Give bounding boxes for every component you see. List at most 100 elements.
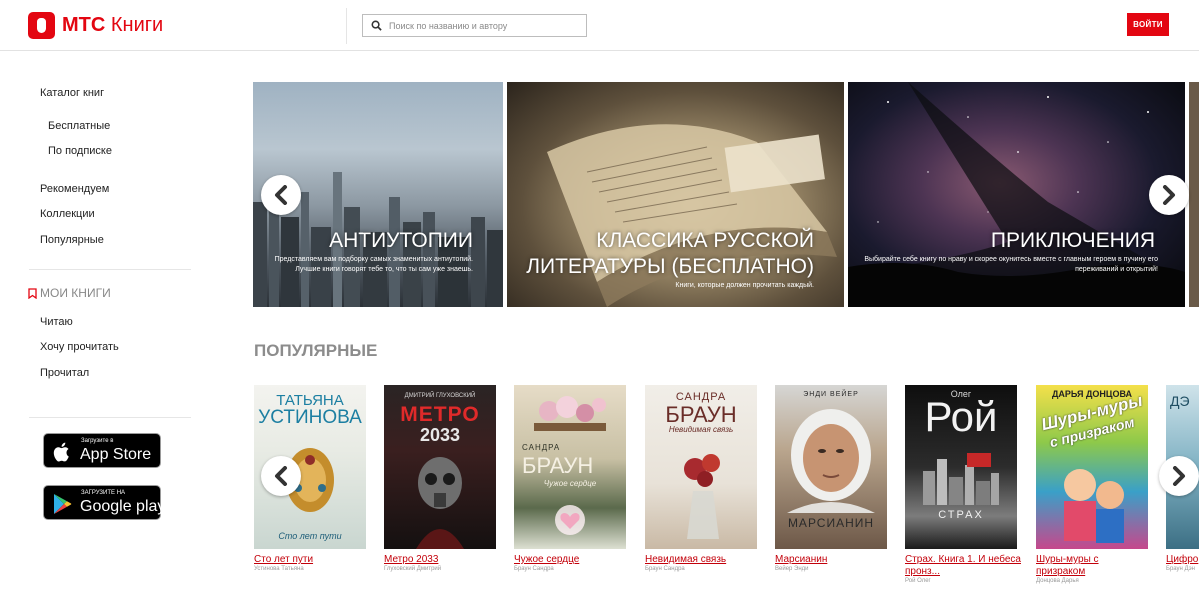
cover-title: МЕТРО [400,403,480,426]
book-cover[interactable]: ДАРЬЯ ДОНЦОВА Шуры-муры с призраком [1036,385,1148,549]
book-title-line1: Шуры-муры с [1036,554,1099,565]
book-title[interactable]: Чужое сердце [514,554,579,566]
nav-want-read[interactable]: Хочу прочитать [40,341,119,353]
banner-title-line1: КЛАССИКА РУССКОЙ [596,229,814,252]
cover-cartoon-image [1064,469,1124,543]
banner-title: КЛАССИКА РУССКОЙ ЛИТЕРАТУРЫ (БЕСПЛАТНО) [526,228,814,280]
nav-popular[interactable]: Популярные [40,234,104,246]
banner-next-peek[interactable] [1189,82,1199,307]
google-play-button[interactable]: ЗАГРУЗИТЕ НА Google play [43,485,165,520]
book-title[interactable]: Невидимая связь [645,554,726,566]
header: МТС Книги ВОЙТИ [0,0,1199,51]
cover-title: МАРСИАНИН [787,516,875,530]
search-input[interactable] [389,17,579,34]
cover-author-last: БРАУН [522,453,594,478]
cover-title: Чужое сердце [543,479,597,488]
book-cover[interactable]: ЭНДИ ВЕЙЕР МАРСИАНИН [775,385,887,549]
cover-title: Невидимая связь [668,425,734,434]
chevron-right-icon [1173,466,1185,486]
logo-brand: МТС [62,13,106,36]
my-books-heading[interactable]: МОИ КНИГИ [28,286,111,300]
book-title[interactable]: Метро 2033 [384,554,438,566]
google-play-icon [54,494,72,514]
sidebar-divider [29,269,191,270]
cover-author-first: САНДРА [522,443,561,452]
book-title[interactable]: Сто лет пути [254,554,313,566]
book-title[interactable]: Цифро [1166,554,1198,566]
banner-next-button[interactable] [1149,175,1189,215]
banner-title: АНТИУТОПИИ [329,229,473,252]
nav-collections[interactable]: Коллекции [40,208,95,220]
banner-desc: Представляем вам подборку самых знаменит… [274,256,473,273]
book-cover[interactable]: ДМИТРИЙ ГЛУХОВСКИЙ МЕТРО 2033 [384,385,496,549]
nav-read[interactable]: Прочитал [40,367,89,379]
book-author[interactable]: Глуховский Дмитрий [384,566,441,572]
banner-russian-classics[interactable]: КЛАССИКА РУССКОЙ ЛИТЕРАТУРЫ (БЕСПЛАТНО) … [507,82,844,307]
banner-desc: Книги, которые должен прочитать каждый. [675,282,814,289]
cover-flowers-image [534,396,606,431]
header-divider [346,8,347,44]
book-title-line1: Страх. Книга 1. И небеса [905,554,1021,565]
logo[interactable]: МТС Книги [28,11,163,39]
app-store-small: Загрузите в [81,438,114,444]
logo-product: Книги [110,13,164,36]
banner-prev-button[interactable] [261,175,301,215]
cover-gasmask-image [416,457,464,549]
chevron-left-icon [275,185,287,205]
cover-city-image [923,453,999,505]
cover-heart-image [555,505,585,535]
bookmark-icon [28,287,37,299]
book-title[interactable]: Страх. Книга 1. И небеса пронз... [905,554,1021,578]
book-cover[interactable]: САНДРА БРАУН Чужое сердце [514,385,626,549]
nav-reading[interactable]: Читаю [40,316,73,328]
cover-vase-image [684,454,720,539]
cover-author: ДМИТРИЙ ГЛУХОВСКИЙ [404,393,476,399]
nav-catalog[interactable]: Каталог книг [40,87,104,99]
app-store-big: App Store [80,446,152,463]
cover-subtitle: 2033 [419,425,461,445]
city-skyline-image [253,172,503,307]
book-cover[interactable]: Олег Рой СТРАХ [905,385,1017,549]
chevron-right-icon [1163,185,1175,205]
book-title-line2: пронз... [905,566,940,577]
banner-title-line2: ЛИТЕРАТУРЫ (БЕСПЛАТНО) [526,255,814,278]
google-play-small: ЗАГРУЗИТЕ НА [81,490,126,496]
login-button[interactable]: ВОЙТИ [1127,13,1169,36]
logo-text: МТС Книги [62,14,163,37]
nav-subscription[interactable]: По подписке [48,145,112,157]
book-author[interactable]: Устинова Татьяна [254,566,304,572]
apple-icon [53,442,69,462]
cover-author: ДЭ [1170,393,1190,409]
my-books-label: МОИ КНИГИ [40,286,111,300]
search-icon [371,20,382,31]
carousel-next-button[interactable] [1159,456,1199,496]
mts-logo-icon [28,11,55,39]
section-title: ПОПУЛЯРНЫЕ [254,341,378,360]
book-author[interactable]: Браун Сандра [645,566,685,572]
book-author[interactable]: Вейер Энди [775,566,809,572]
book-title[interactable]: Марсианин [775,554,827,566]
book-author[interactable]: Браун Дэн [1166,566,1195,572]
cover-astronaut-image [787,409,875,513]
app-store-button[interactable]: Загрузите в App Store [43,433,161,468]
nav-recommend[interactable]: Рекомендуем [40,183,109,195]
banner-title: ПРИКЛЮЧЕНИЯ [990,229,1155,252]
cover-title: Сто лет пути [278,531,342,541]
book-author[interactable]: Донцова Дарья [1036,578,1079,584]
google-play-big: Google play [80,498,166,515]
search-box[interactable] [362,14,587,37]
banner-adventures[interactable]: ПРИКЛЮЧЕНИЯ Выбирайте себе книгу по нрав… [848,82,1185,307]
cover-author-last: Рой [924,393,998,440]
chevron-left-icon [275,466,287,486]
cover-author-last: УСТИНОВА [258,407,362,428]
banner-desc: Выбирайте себе книгу по нраву и скорее о… [864,256,1158,273]
cover-title: СТРАХ [938,509,984,521]
carousel-prev-button[interactable] [261,456,301,496]
book-author[interactable]: Рой Олег [905,578,931,584]
book-author[interactable]: Браун Сандра [514,566,554,572]
book-title[interactable]: Шуры-муры с призраком [1036,554,1099,578]
sidebar-divider-2 [29,417,191,418]
book-cover[interactable]: САНДРА БРАУН Невидимая связь [645,385,757,549]
nav-free[interactable]: Бесплатные [48,120,110,132]
book-title-line2: призраком [1036,566,1086,577]
